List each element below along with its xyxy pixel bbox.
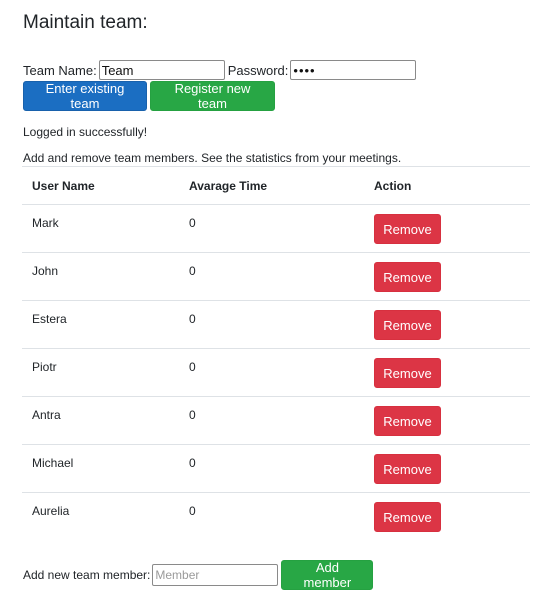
header-average-time: Avarage Time bbox=[179, 166, 364, 205]
remove-button[interactable]: Remove bbox=[374, 310, 441, 340]
member-avg-time: 0 bbox=[179, 204, 364, 253]
remove-button[interactable]: Remove bbox=[374, 358, 441, 388]
action-cell: Remove bbox=[364, 348, 530, 397]
member-name: Michael bbox=[22, 444, 179, 493]
action-cell: Remove bbox=[364, 252, 530, 301]
member-avg-time: 0 bbox=[179, 300, 364, 349]
table-row: Aurelia 0 Remove bbox=[22, 492, 530, 541]
member-avg-time: 0 bbox=[179, 348, 364, 397]
member-input[interactable] bbox=[152, 564, 279, 586]
table-row: Mark 0 Remove bbox=[22, 204, 530, 253]
member-avg-time: 0 bbox=[179, 444, 364, 493]
header-user-name: User Name bbox=[22, 166, 179, 205]
add-member-label: Add new team member: bbox=[23, 568, 151, 582]
members-table: User Name Avarage Time Action Mark 0 Rem… bbox=[22, 166, 530, 541]
register-new-team-button[interactable]: Register new team bbox=[150, 81, 275, 111]
remove-button[interactable]: Remove bbox=[374, 502, 441, 532]
member-name: Estera bbox=[22, 300, 179, 349]
remove-button[interactable]: Remove bbox=[374, 406, 441, 436]
team-name-input[interactable] bbox=[98, 60, 225, 80]
member-name: Mark bbox=[22, 204, 179, 253]
table-row: Estera 0 Remove bbox=[22, 300, 530, 349]
remove-button[interactable]: Remove bbox=[374, 262, 441, 292]
auth-buttons: Enter existing team Register new team bbox=[23, 81, 275, 111]
password-label: Password: bbox=[227, 62, 289, 78]
add-member-button[interactable]: Add member bbox=[281, 560, 374, 590]
action-cell: Remove bbox=[364, 300, 530, 349]
enter-existing-team-button[interactable]: Enter existing team bbox=[23, 81, 147, 111]
remove-button[interactable]: Remove bbox=[374, 214, 441, 244]
action-cell: Remove bbox=[364, 204, 530, 253]
add-member-form: Add new team member: Add member bbox=[23, 560, 374, 590]
action-cell: Remove bbox=[364, 444, 530, 493]
member-name: Aurelia bbox=[22, 492, 179, 541]
login-form: Team Name: Password: bbox=[23, 59, 417, 81]
table-row: John 0 Remove bbox=[22, 252, 530, 301]
member-avg-time: 0 bbox=[179, 252, 364, 301]
table-row: Michael 0 Remove bbox=[22, 444, 530, 493]
member-name: John bbox=[22, 252, 179, 301]
page-title: Maintain team: bbox=[23, 12, 148, 33]
team-name-label: Team Name: bbox=[23, 62, 97, 78]
status-message: Logged in successfully! bbox=[23, 125, 148, 139]
table-row: Antra 0 Remove bbox=[22, 396, 530, 445]
member-avg-time: 0 bbox=[179, 492, 364, 541]
header-action: Action bbox=[364, 166, 530, 205]
member-avg-time: 0 bbox=[179, 396, 364, 445]
table-row: Piotr 0 Remove bbox=[22, 348, 530, 397]
remove-button[interactable]: Remove bbox=[374, 454, 441, 484]
member-name: Piotr bbox=[22, 348, 179, 397]
member-name: Antra bbox=[22, 396, 179, 445]
password-input[interactable] bbox=[290, 60, 417, 80]
table-header-row: User Name Avarage Time Action bbox=[22, 166, 530, 205]
members-table-container: User Name Avarage Time Action Mark 0 Rem… bbox=[22, 166, 530, 541]
action-cell: Remove bbox=[364, 492, 530, 541]
intro-text: Add and remove team members. See the sta… bbox=[23, 151, 402, 165]
action-cell: Remove bbox=[364, 396, 530, 445]
